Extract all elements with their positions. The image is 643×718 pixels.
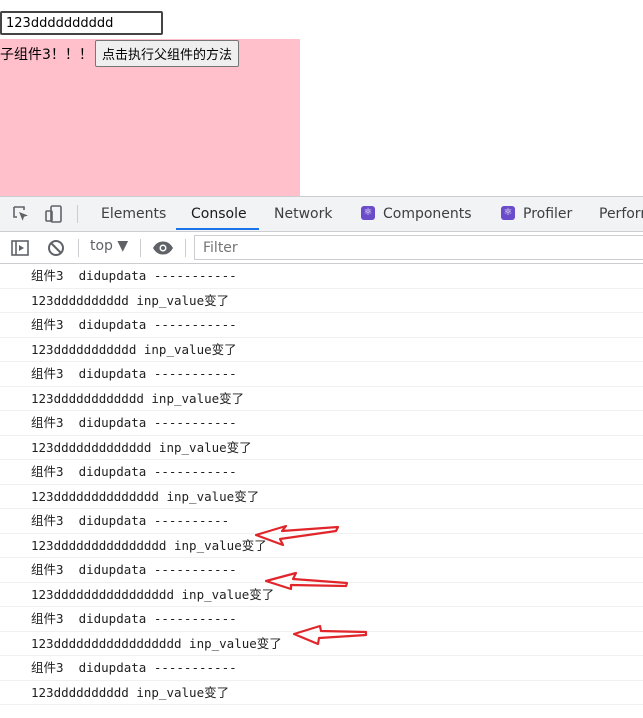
console-message: 组件3 didupdata ----------- bbox=[0, 362, 643, 387]
active-tab-indicator bbox=[176, 228, 259, 230]
console-message: 123ddddddddddddd inp_value变了 bbox=[0, 436, 643, 460]
call-parent-method-button[interactable]: 点击执行父组件的方法 bbox=[95, 40, 240, 67]
tab-profiler[interactable]: ⚛ Profiler bbox=[501, 197, 572, 231]
console-message: 123dddddddddd inp_value变了 bbox=[0, 289, 643, 313]
tab-elements[interactable]: Elements bbox=[101, 197, 166, 231]
console-message: 123dddddddddddddd inp_value变了 bbox=[0, 485, 643, 509]
device-toolbar-icon[interactable] bbox=[44, 204, 64, 224]
live-expression-eye-icon[interactable] bbox=[152, 238, 174, 258]
console-message: 123ddddddddddddddd inp_value变了 bbox=[0, 534, 643, 558]
tab-profiler-label: Profiler bbox=[523, 206, 573, 222]
child-component-label: 子组件3！！！ bbox=[0, 47, 93, 63]
filter-input[interactable] bbox=[201, 239, 505, 257]
console-message: 123ddddddddddd inp_value变了 bbox=[0, 338, 643, 362]
child-component-area: 子组件3！！！ 点击执行父组件的方法 bbox=[0, 39, 300, 196]
console-message: 组件3 didupdata ----------- bbox=[0, 460, 643, 485]
console-message: 123ddddddddddddddddd inp_value变了 bbox=[0, 632, 643, 656]
tab-separator bbox=[77, 205, 78, 223]
console-message: 组件3 didupdata ----------- bbox=[0, 264, 643, 289]
context-selector[interactable]: top ▼ bbox=[90, 238, 128, 254]
console-message: 组件3 didupdata ----------- bbox=[0, 411, 643, 436]
console-message: 123dddddddddddd inp_value变了 bbox=[0, 387, 643, 411]
console-message: 123dddddddddddddddd inp_value变了 bbox=[0, 583, 643, 607]
devtools-panel: Elements Console Network ⚛ Components ⚛ Pr… bbox=[0, 196, 643, 718]
inspect-element-icon[interactable] bbox=[11, 204, 31, 224]
tab-components[interactable]: ⚛ Components bbox=[361, 197, 472, 231]
console-toolbar: top ▼ bbox=[0, 232, 643, 264]
react-icon: ⚛ bbox=[361, 206, 375, 220]
clear-console-icon[interactable] bbox=[46, 238, 66, 258]
console-message: 组件3 didupdata ---------- bbox=[0, 509, 643, 534]
devtools-tabbar: Elements Console Network ⚛ Components ⚛ Pr… bbox=[0, 197, 643, 232]
tab-components-label: Components bbox=[383, 206, 472, 222]
sidebar-toggle-icon[interactable] bbox=[10, 238, 30, 258]
console-message: 123dddddddddd inp_value变了 bbox=[0, 681, 643, 705]
tab-network[interactable]: Network bbox=[274, 197, 332, 231]
toolbar-separator bbox=[78, 239, 79, 257]
console-message: 组件3 didupdata ----------- bbox=[0, 558, 643, 583]
console-message: 组件3 didupdata ----------- bbox=[0, 313, 643, 338]
toolbar-separator bbox=[140, 239, 141, 257]
console-log-list: 组件3 didupdata ----------- 123dddddddddd … bbox=[0, 264, 643, 705]
text-input[interactable] bbox=[0, 11, 163, 35]
filter-box bbox=[194, 235, 643, 260]
toolbar-separator bbox=[185, 239, 186, 257]
tab-performance[interactable]: Perforr bbox=[599, 197, 643, 231]
react-icon: ⚛ bbox=[501, 206, 515, 220]
tab-console[interactable]: Console bbox=[191, 197, 247, 231]
console-message: 组件3 didupdata ----------- bbox=[0, 656, 643, 681]
console-message: 组件3 didupdata ----------- bbox=[0, 607, 643, 632]
